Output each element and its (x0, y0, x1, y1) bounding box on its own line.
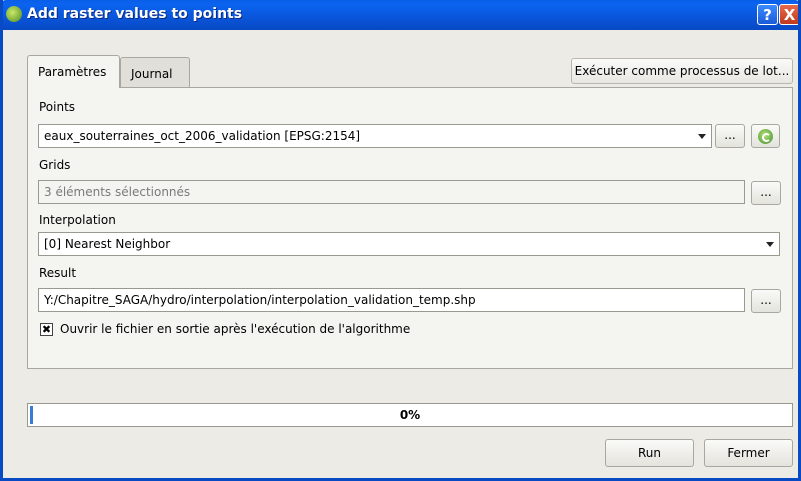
fermer-button[interactable]: Fermer (704, 439, 793, 467)
batch-process-button[interactable]: Exécuter comme processus de lot... (571, 58, 793, 84)
window-title: Add raster values to points (27, 6, 243, 22)
points-value: eaux_souterraines_oct_2006_validation [E… (44, 129, 361, 143)
progress-text: 0% (399, 408, 421, 422)
run-button[interactable]: Run (605, 439, 694, 467)
qgis-icon (6, 6, 22, 22)
interpolation-label: Interpolation (39, 213, 116, 227)
refresh-icon (758, 129, 773, 144)
result-browse-button[interactable]: ... (751, 289, 781, 313)
progress-bar: 0% (27, 403, 793, 427)
result-path-input[interactable]: Y:/Chapitre_SAGA/hydro/interpolation/int… (38, 288, 745, 312)
tab-journal[interactable]: Journal (120, 57, 190, 87)
interpolation-select[interactable]: [0] Nearest Neighbor (38, 232, 780, 256)
tab-parametres[interactable]: Paramètres (27, 55, 120, 88)
open-output-checkbox[interactable]: ✖ (40, 323, 53, 336)
open-output-label: Ouvrir le fichier en sortie après l'exéc… (60, 322, 411, 336)
grids-field[interactable]: 3 éléments sélectionnés (38, 180, 745, 204)
dialog-window: Add raster values to points ? X Paramètr… (0, 0, 801, 481)
close-window-button[interactable]: X (779, 4, 800, 25)
chevron-down-icon[interactable] (766, 242, 774, 247)
grids-label: Grids (39, 158, 71, 172)
interpolation-value: [0] Nearest Neighbor (44, 237, 171, 251)
points-browse-button[interactable]: ... (715, 124, 745, 148)
title-bar[interactable]: Add raster values to points ? X (0, 0, 801, 30)
result-label: Result (39, 266, 77, 280)
points-select[interactable]: eaux_souterraines_oct_2006_validation [E… (38, 124, 712, 148)
help-button[interactable]: ? (757, 4, 778, 25)
chevron-down-icon[interactable] (698, 134, 706, 139)
refresh-button[interactable] (751, 124, 780, 148)
grids-browse-button[interactable]: ... (751, 181, 781, 205)
points-label: Points (39, 100, 76, 114)
